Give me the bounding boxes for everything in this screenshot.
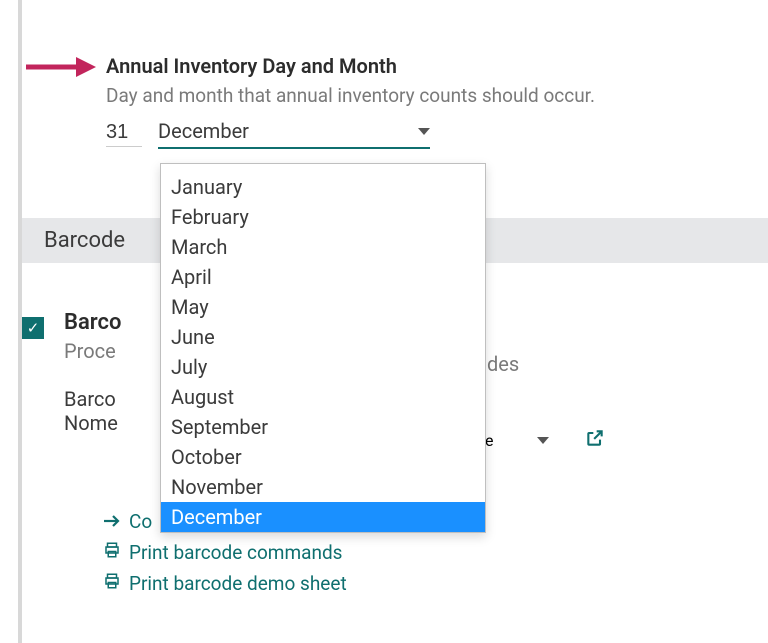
- barcode-scanner-setting: ✓ Barco Proce Barco Nome: [22, 310, 121, 435]
- chevron-down-icon[interactable]: [537, 437, 549, 444]
- barcode-checkbox[interactable]: ✓: [22, 317, 44, 339]
- print-icon: [103, 541, 121, 564]
- month-option-january[interactable]: January: [161, 172, 485, 202]
- nomenclature-label-line1: Barco: [64, 387, 121, 411]
- month-option-february[interactable]: February: [161, 202, 485, 232]
- external-link-icon[interactable]: [585, 428, 605, 452]
- annual-inventory-setting: Annual Inventory Day and Month Day and m…: [106, 54, 595, 149]
- barcode-desc-prefix: Proce: [64, 339, 121, 363]
- chevron-down-icon: [418, 128, 430, 135]
- month-option-may[interactable]: May: [161, 292, 485, 322]
- print-commands-link[interactable]: Print barcode commands: [103, 541, 347, 564]
- pointer-arrow-icon: [26, 55, 96, 79]
- barcode-title: Barco: [64, 310, 121, 335]
- month-value: December: [158, 119, 249, 143]
- print-demo-label: Print barcode demo sheet: [129, 572, 347, 595]
- month-dropdown[interactable]: JanuaryFebruaryMarchAprilMayJuneJulyAugu…: [160, 163, 486, 533]
- month-option-october[interactable]: October: [161, 442, 485, 472]
- print-commands-label: Print barcode commands: [129, 541, 342, 564]
- print-demo-link[interactable]: Print barcode demo sheet: [103, 572, 347, 595]
- configure-label: Co: [129, 510, 152, 533]
- month-option-march[interactable]: March: [161, 232, 485, 262]
- month-option-august[interactable]: August: [161, 382, 485, 412]
- day-input[interactable]: [106, 121, 142, 147]
- month-select[interactable]: December: [158, 119, 430, 149]
- arrow-right-icon: [103, 510, 121, 533]
- print-icon: [103, 572, 121, 595]
- nomenclature-label-line2: Nome: [64, 411, 121, 435]
- month-option-july[interactable]: July: [161, 352, 485, 382]
- barcode-desc-suffix: des: [487, 352, 519, 376]
- setting-title: Annual Inventory Day and Month: [106, 54, 595, 78]
- nomenclature-value-suffix: e: [485, 431, 493, 450]
- setting-description: Day and month that annual inventory coun…: [106, 84, 595, 107]
- month-option-september[interactable]: September: [161, 412, 485, 442]
- day-month-row: December: [106, 119, 595, 149]
- month-option-june[interactable]: June: [161, 322, 485, 352]
- month-option-april[interactable]: April: [161, 262, 485, 292]
- month-option-december[interactable]: December: [161, 502, 485, 532]
- nomenclature-value-wrap: e: [485, 428, 605, 452]
- month-option-november[interactable]: November: [161, 472, 485, 502]
